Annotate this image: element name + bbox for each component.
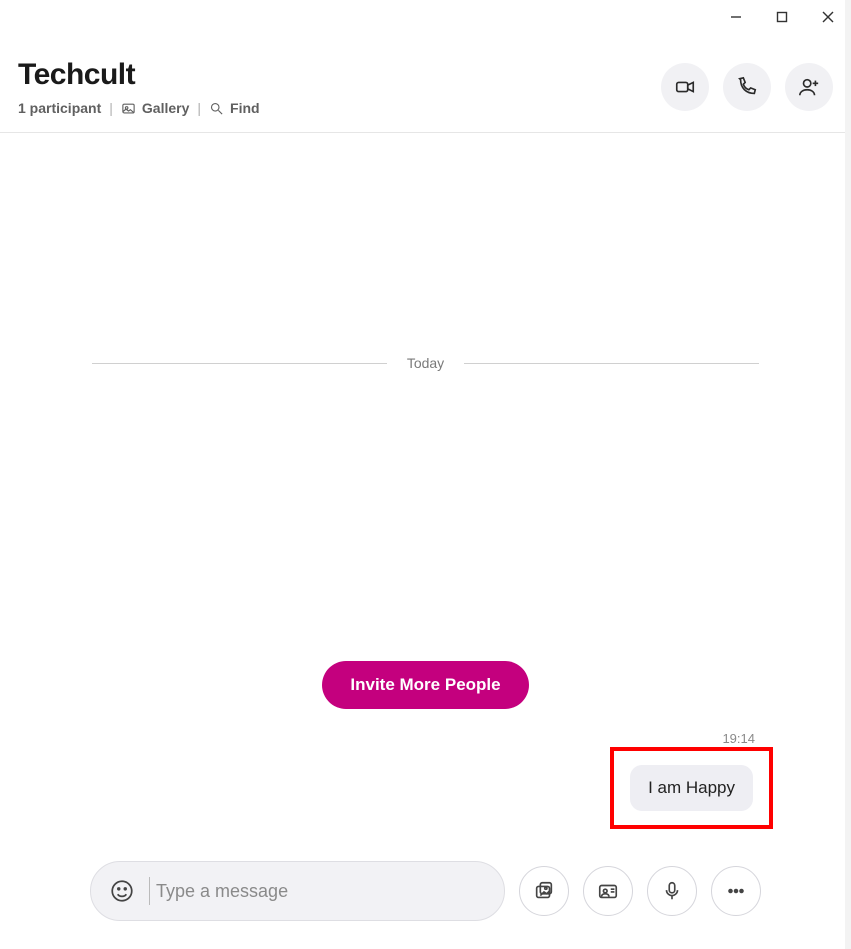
participant-count[interactable]: 1 participant xyxy=(18,100,101,116)
add-person-icon xyxy=(798,76,820,98)
highlighted-message-annotation: I am Happy xyxy=(610,747,773,829)
message-input-placeholder: Type a message xyxy=(156,881,288,902)
microphone-icon xyxy=(661,880,683,902)
window-minimize-button[interactable] xyxy=(713,6,759,28)
date-separator: Today xyxy=(92,355,759,371)
maximize-icon xyxy=(776,11,788,23)
find-label: Find xyxy=(230,100,260,116)
emoji-icon[interactable] xyxy=(109,878,135,904)
contact-card-icon xyxy=(597,880,619,902)
audio-call-button[interactable] xyxy=(723,63,771,111)
search-icon xyxy=(209,101,224,116)
message-timestamp: 19:14 xyxy=(722,731,755,746)
chat-subheader: 1 participant | Gallery | Find xyxy=(18,100,260,116)
chat-header: Techcult 1 participant | Gallery | Find xyxy=(0,30,851,133)
message-composer: Type a message xyxy=(0,843,851,949)
message-input[interactable]: Type a message xyxy=(90,861,505,921)
attach-file-button[interactable] xyxy=(519,866,569,916)
phone-icon xyxy=(736,76,758,98)
more-options-button[interactable] xyxy=(711,866,761,916)
add-people-button[interactable] xyxy=(785,63,833,111)
gallery-icon xyxy=(121,101,136,116)
voice-message-button[interactable] xyxy=(647,866,697,916)
find-button[interactable]: Find xyxy=(209,100,260,116)
gallery-button[interactable]: Gallery xyxy=(121,100,189,116)
message-text: I am Happy xyxy=(648,778,735,797)
minimize-icon xyxy=(730,11,742,23)
video-call-button[interactable] xyxy=(661,63,709,111)
message-bubble[interactable]: I am Happy xyxy=(630,765,753,811)
window-titlebar xyxy=(0,0,851,30)
video-icon xyxy=(674,76,696,98)
text-caret xyxy=(149,877,150,905)
conversation-area: Today Invite More People 19:14 I am Happ… xyxy=(0,133,851,851)
more-icon xyxy=(725,880,747,902)
chat-title: Techcult xyxy=(18,58,260,92)
invite-more-people-button[interactable]: Invite More People xyxy=(322,661,528,709)
gallery-label: Gallery xyxy=(142,100,189,116)
window-maximize-button[interactable] xyxy=(759,6,805,28)
share-contact-button[interactable] xyxy=(583,866,633,916)
attach-icon xyxy=(533,880,555,902)
close-icon xyxy=(822,11,834,23)
scrollbar-track[interactable] xyxy=(845,0,851,949)
date-label: Today xyxy=(407,355,444,371)
